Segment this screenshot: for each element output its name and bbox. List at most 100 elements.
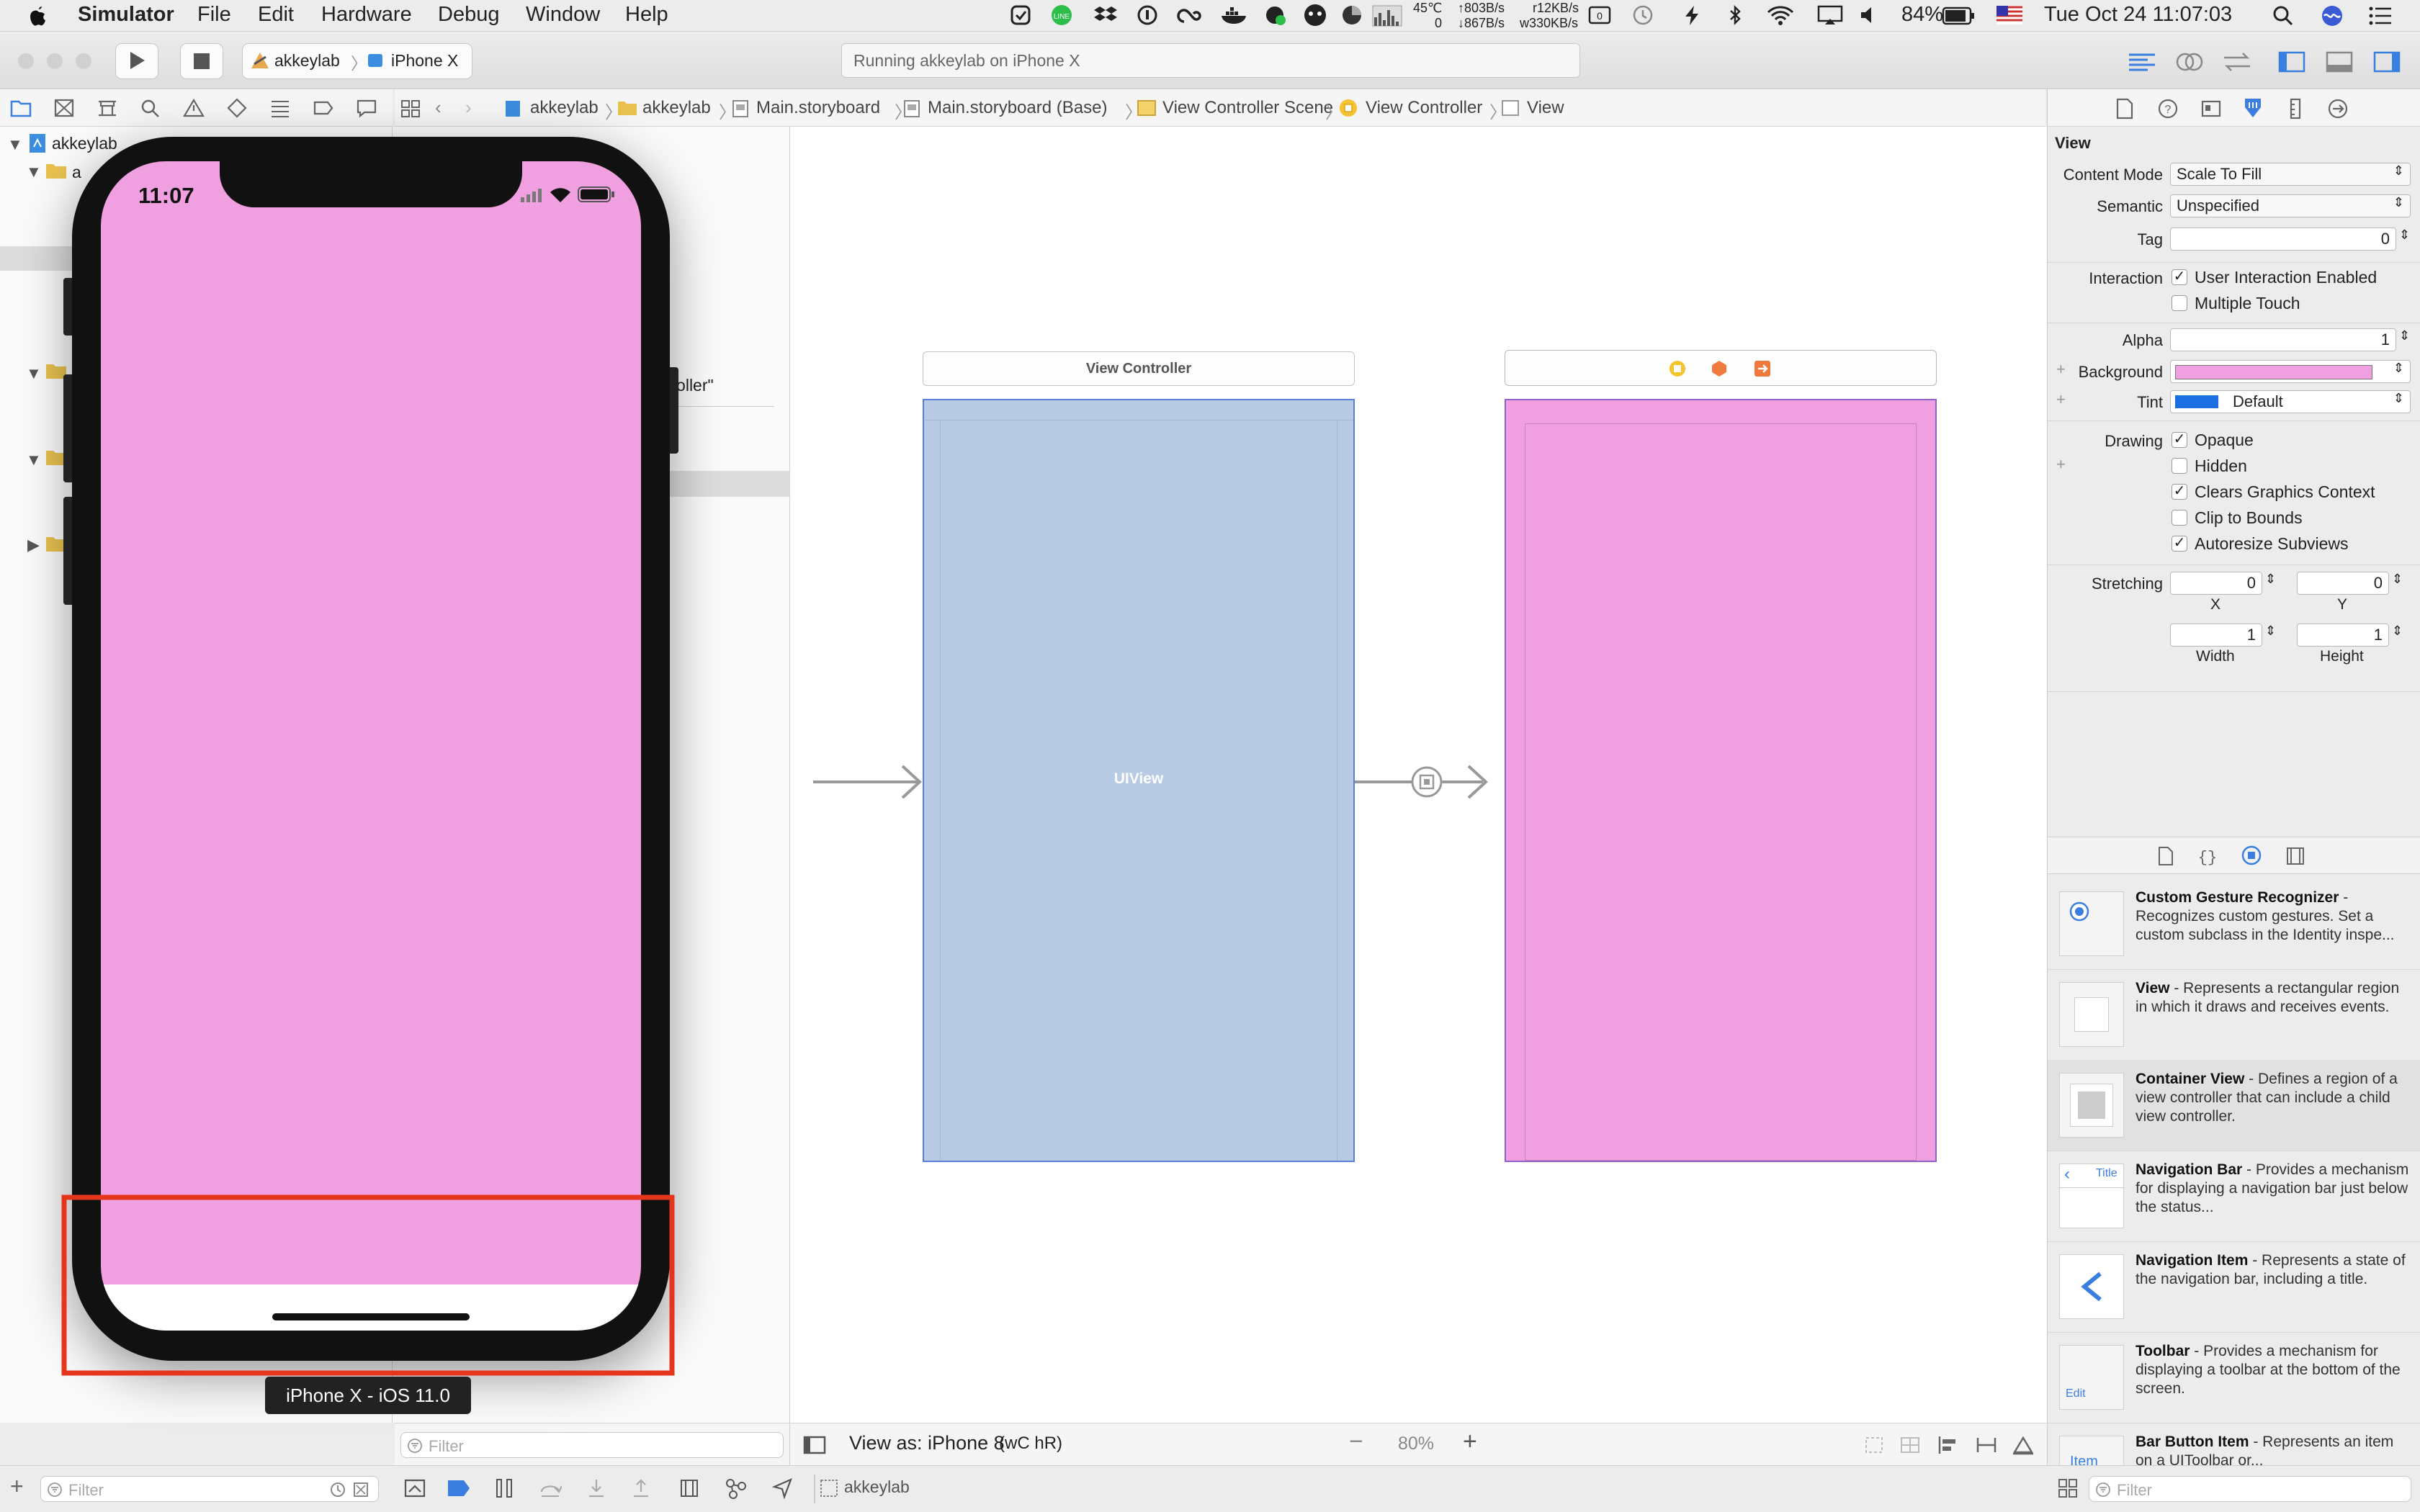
align-icon[interactable] (1937, 1435, 1958, 1455)
view-debugger-icon[interactable] (678, 1477, 700, 1499)
simulate-location-icon[interactable] (772, 1477, 794, 1499)
alpha-stepper-icon[interactable]: ⇕ (2399, 328, 2410, 343)
exit-icon[interactable] (1753, 359, 1772, 378)
crumb-storyboard[interactable]: Main.storyboard (756, 98, 880, 118)
crumb-storyboard-base[interactable]: Main.storyboard (Base) (928, 98, 1107, 118)
scene1-root-view[interactable]: UIView (923, 399, 1355, 1162)
tint-popup[interactable]: Default ⇕ (2170, 390, 2411, 413)
menu-edit[interactable]: Edit (258, 3, 294, 27)
cpu-graph-icon[interactable] (1371, 3, 1403, 29)
library-grid-view-icon[interactable] (2057, 1477, 2079, 1499)
step-into-icon[interactable] (586, 1477, 606, 1499)
line-app-icon[interactable]: LINE (1050, 4, 1073, 26)
siri-icon[interactable] (2321, 4, 2344, 27)
wifi-icon[interactable] (1766, 4, 1795, 26)
version-editor-icon[interactable] (2221, 50, 2253, 73)
stretch-height-field[interactable]: 1 (2297, 624, 2389, 647)
scene1-title-bar[interactable]: View Controller (923, 351, 1355, 386)
connections-inspector-icon[interactable] (2327, 98, 2349, 120)
object-library-icon[interactable] (2241, 845, 2262, 866)
user-interaction-checkbox[interactable]: ✓ (2172, 269, 2187, 285)
us-flag-icon[interactable] (1996, 6, 2022, 24)
alpha-field[interactable]: 1 (2170, 328, 2396, 351)
issue-navigator-icon[interactable] (183, 98, 205, 118)
library-item-navigation-item[interactable]: Navigation Item - Represents a state of … (2048, 1241, 2420, 1333)
pause-icon[interactable] (494, 1477, 514, 1499)
recent-files-icon[interactable] (329, 1481, 346, 1498)
disclosure-triangle-icon[interactable]: ▼ (26, 163, 42, 181)
autoresize-checkbox[interactable]: ✓ (2172, 536, 2187, 552)
pie-chart-icon[interactable] (1341, 4, 1364, 26)
media-library-icon[interactable] (2285, 846, 2305, 866)
navigator-filter-field[interactable]: Filter (40, 1476, 379, 1502)
menu-file[interactable]: File (197, 3, 231, 27)
zoom-out-button[interactable]: − (1349, 1428, 1363, 1456)
crumb-view-controller[interactable]: View Controller (1366, 98, 1482, 118)
library-item-toolbar[interactable]: Edit Toolbar - Provides a mechanism for … (2048, 1332, 2420, 1423)
stop-button[interactable] (180, 43, 223, 79)
content-mode-popup[interactable]: Scale To Fill ⇕ (2170, 163, 2411, 186)
run-button[interactable] (115, 43, 158, 79)
outline-filter-field[interactable]: Filter (400, 1432, 784, 1458)
view-as-button[interactable]: View as: iPhone 8 (849, 1432, 1005, 1454)
apple-logo-icon[interactable] (27, 4, 48, 27)
library-item-navigation-bar[interactable]: ‹ Title Navigation Bar - Provides a mech… (2048, 1151, 2420, 1242)
stretch-y-field[interactable]: 0 (2297, 572, 2389, 595)
embed-in-stack-icon[interactable] (1899, 1435, 1921, 1455)
project-navigator-icon[interactable] (10, 98, 32, 118)
menu-help[interactable]: Help (625, 3, 668, 27)
stepper-icon[interactable]: ⇕ (2392, 572, 2403, 587)
tag-field[interactable]: 0 (2170, 228, 2396, 251)
back-icon[interactable]: ‹ (435, 96, 442, 119)
menu-debug[interactable]: Debug (438, 3, 499, 27)
report-navigator-icon[interactable] (356, 98, 377, 118)
stepper-icon[interactable]: ⇕ (2265, 572, 2276, 587)
add-constraints-icon[interactable] (1976, 1435, 1997, 1455)
toggle-outline-icon[interactable] (803, 1435, 826, 1455)
forward-icon[interactable]: › (465, 96, 472, 119)
volume-up-button[interactable] (63, 374, 72, 482)
code-snippet-library-icon[interactable]: {} (2199, 846, 2216, 866)
view-controller-icon[interactable] (1668, 359, 1687, 378)
entry-point-arrow-icon[interactable] (812, 760, 927, 804)
debug-navigator-icon[interactable] (269, 98, 291, 118)
toggle-debug-area-icon[interactable] (2325, 50, 2354, 73)
multiple-touch-checkbox[interactable] (2172, 295, 2187, 311)
stretch-width-field[interactable]: 1 (2170, 624, 2262, 647)
group-name[interactable]: a (72, 163, 81, 182)
dropbox-icon[interactable] (1093, 4, 1118, 26)
resolve-issues-icon[interactable] (2012, 1435, 2035, 1455)
breakpoint-navigator-icon[interactable] (313, 98, 334, 118)
spotlight-search-icon[interactable] (2272, 4, 2295, 27)
clip-to-bounds-checkbox[interactable] (2172, 510, 2187, 526)
opaque-checkbox[interactable]: ✓ (2172, 432, 2187, 448)
toggle-navigator-icon[interactable] (2277, 50, 2306, 73)
size-inspector-icon[interactable] (2287, 98, 2304, 120)
battery-icon[interactable] (1942, 6, 1975, 26)
toggle-utilities-icon[interactable] (2372, 50, 2401, 73)
window-traffic-lights-icon[interactable] (16, 52, 95, 71)
volume-icon[interactable] (1858, 4, 1881, 26)
first-responder-icon[interactable] (1710, 359, 1729, 378)
library-filter-field[interactable]: Filter (2089, 1476, 2411, 1502)
creative-cloud-icon[interactable] (1175, 4, 1204, 26)
bluetooth-icon[interactable] (1727, 4, 1744, 26)
disclosure-triangle-icon[interactable]: ▼ (7, 135, 23, 154)
find-navigator-icon[interactable] (140, 98, 161, 118)
docker-icon[interactable] (1220, 4, 1249, 26)
background-color-well[interactable]: ⇕ (2170, 360, 2411, 383)
library-item-custom-gesture[interactable]: Custom Gesture Recognizer - Recognizes c… (2048, 878, 2420, 970)
disclosure-triangle-icon[interactable]: ▼ (26, 364, 42, 383)
standard-editor-icon[interactable] (2126, 52, 2158, 72)
hidden-checkbox[interactable] (2172, 458, 2187, 474)
library-item-bar-button-item[interactable]: Item Bar Button Item - Represents an ite… (2048, 1423, 2420, 1467)
segue-arrow-icon[interactable] (1353, 760, 1490, 804)
app-name-menu[interactable]: Simulator (78, 3, 174, 27)
add-variation-icon[interactable]: + (2056, 455, 2066, 474)
tag-stepper-icon[interactable]: ⇕ (2399, 228, 2410, 243)
source-control-navigator-icon[interactable] (53, 98, 75, 118)
menu-clock[interactable]: Tue Oct 24 11:07:03 (2044, 3, 2232, 27)
lightning-icon[interactable] (1682, 4, 1701, 26)
notification-center-icon[interactable] (2368, 6, 2393, 26)
file-template-library-icon[interactable] (2157, 846, 2174, 866)
